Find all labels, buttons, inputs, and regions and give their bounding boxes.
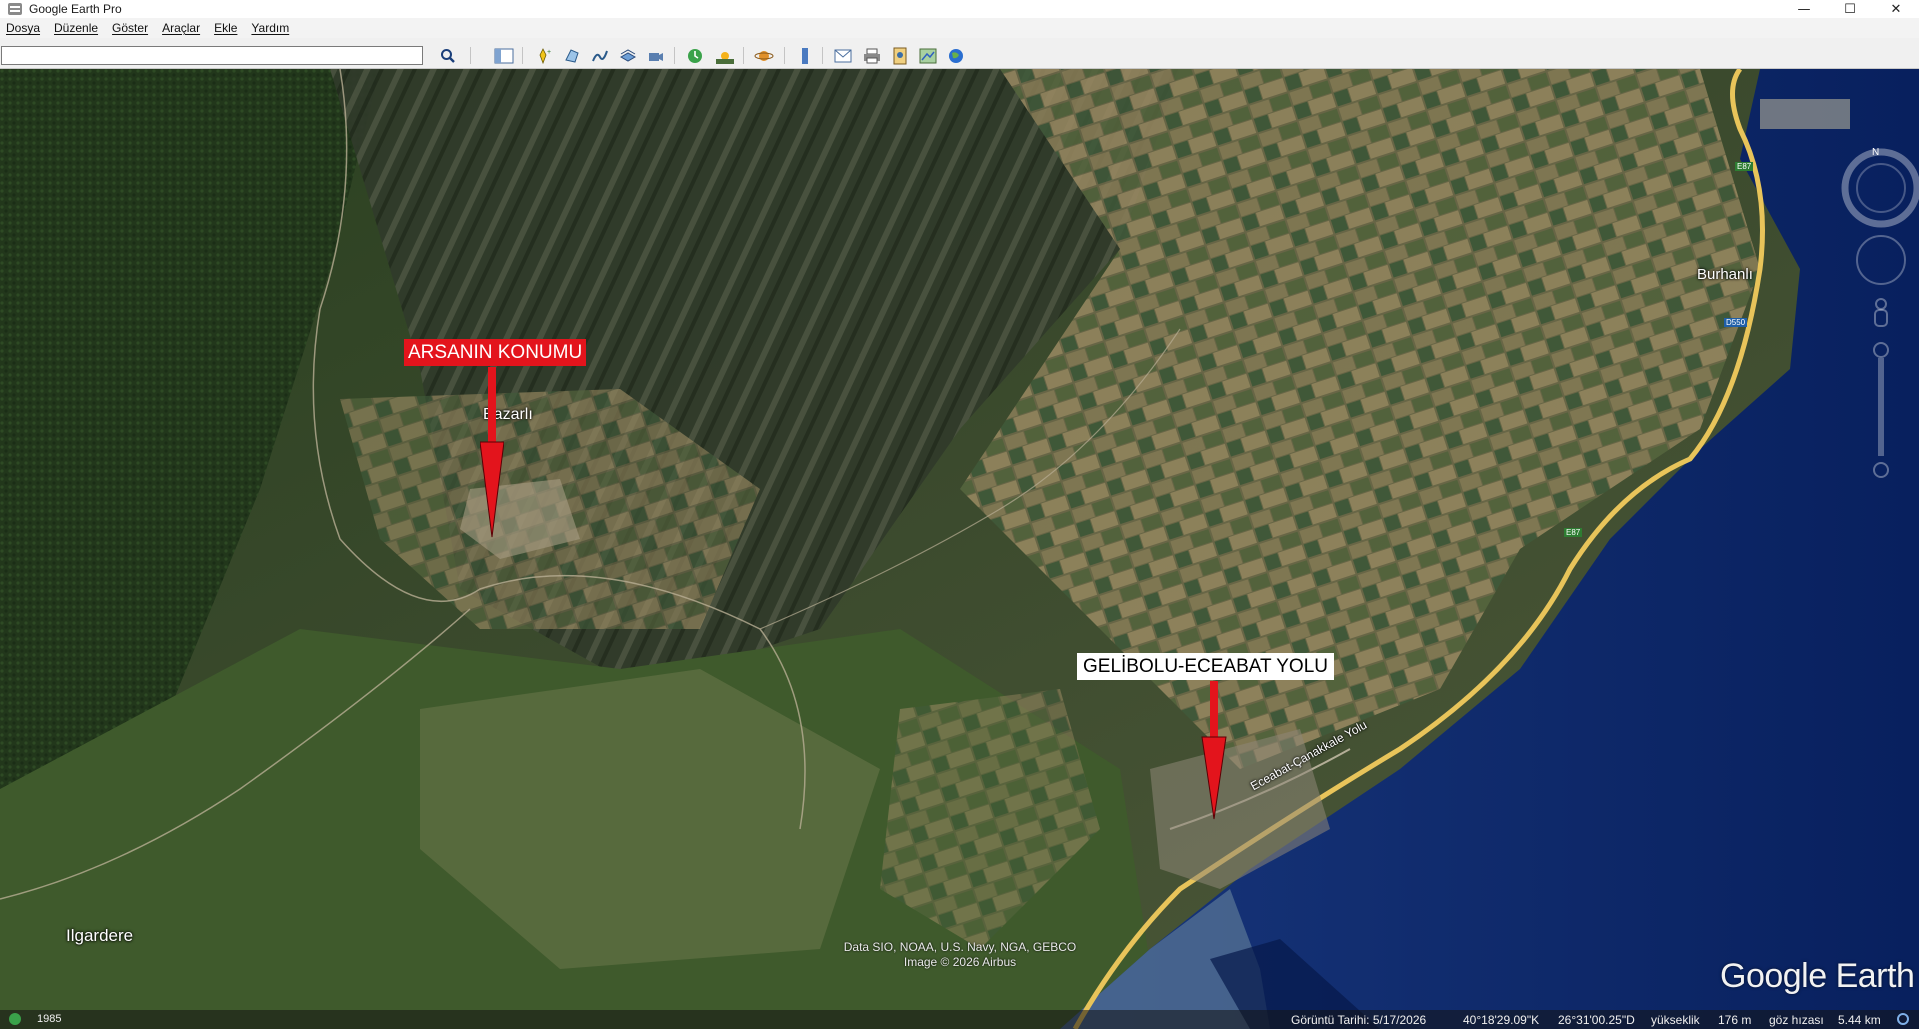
- compass-north-label: N: [1872, 147, 1879, 158]
- window-title: Google Earth Pro: [29, 2, 122, 16]
- longitude: 26°31'00.25"D: [1558, 1013, 1635, 1027]
- imagery-year: 1985: [37, 1013, 62, 1025]
- toolbar-separator: [822, 47, 823, 64]
- toolbar-separator: [522, 47, 523, 64]
- zoom-slider[interactable]: [1873, 342, 1889, 478]
- place-label-burhanli[interactable]: Burhanlı: [1697, 266, 1753, 283]
- sunlight-button[interactable]: [714, 45, 736, 66]
- compass-ring[interactable]: N: [1841, 147, 1919, 228]
- placemark-button[interactable]: +: [533, 45, 555, 66]
- navigation-controls: N: [1841, 147, 1919, 478]
- save-image-button[interactable]: [889, 45, 911, 66]
- polygon-button[interactable]: [561, 45, 583, 66]
- path-button[interactable]: [589, 45, 611, 66]
- place-label-ilgardere[interactable]: Ilgardere: [66, 926, 133, 946]
- view-in-maps-icon: [919, 48, 937, 63]
- minimize-button[interactable]: —: [1781, 0, 1827, 18]
- path-icon: [592, 50, 608, 61]
- placemark-icon: +: [539, 47, 551, 64]
- callout-road: GELİBOLU-ECEABAT YOLU: [1077, 653, 1334, 680]
- toolbar-separator: [743, 47, 744, 64]
- imagery-attribution: Data SIO, NOAA, U.S. Navy, NGA, GEBCO Im…: [830, 940, 1090, 970]
- latitude: 40°18'29.09"K: [1463, 1013, 1540, 1027]
- historical-imagery-status-icon[interactable]: [8, 1012, 22, 1026]
- earth-gallery-icon: [949, 48, 963, 63]
- status-bar: 1985 Görüntü Tarihi: 5/17/2026 40°18'29.…: [0, 1010, 1919, 1029]
- imagery-date: Görüntü Tarihi: 5/17/2026: [1291, 1013, 1427, 1027]
- satellite-imagery: [0, 69, 1919, 1029]
- title-bar: Google Earth Pro — ☐ ✕: [0, 0, 1919, 18]
- attribution-line-1: Data SIO, NOAA, U.S. Navy, NGA, GEBCO: [843, 940, 1077, 954]
- ruler-button[interactable]: [794, 45, 816, 66]
- ruler-icon: [802, 47, 808, 64]
- sunlight-icon: [716, 51, 734, 64]
- earth-gallery-button[interactable]: [945, 45, 967, 66]
- close-button[interactable]: ✕: [1873, 0, 1919, 18]
- menu-yardim[interactable]: Yardım: [251, 21, 289, 35]
- arrow-plot-location: [480, 367, 504, 538]
- search-icon: [441, 48, 455, 63]
- svg-text:+: +: [547, 49, 551, 56]
- search-input[interactable]: [1, 46, 423, 65]
- historical-imagery-icon: [688, 48, 702, 63]
- email-button[interactable]: [832, 45, 854, 66]
- image-overlay-icon: [619, 48, 637, 62]
- polygon-icon: [565, 48, 579, 63]
- record-tour-icon: [649, 52, 663, 61]
- save-image-icon: [893, 47, 907, 64]
- elevation-label: yükseklik: [1651, 1013, 1700, 1027]
- sidebar-icon: [494, 48, 514, 63]
- google-earth-logo: Google Earth: [1720, 957, 1915, 995]
- look-joystick[interactable]: [1856, 235, 1906, 285]
- record-tour-button[interactable]: [645, 45, 667, 66]
- planets-button[interactable]: [753, 45, 775, 66]
- menu-bar: Dosya Düzenle Göster Araçlar Ekle Yardım: [0, 18, 1919, 38]
- google-earth-app-icon: [8, 3, 22, 15]
- print-icon: [864, 48, 880, 63]
- menu-goster[interactable]: Göster: [112, 21, 148, 35]
- callout-plot-location: ARSANIN KONUMU: [404, 339, 587, 366]
- sidebar-button[interactable]: [493, 45, 515, 66]
- arrow-road: [1201, 681, 1227, 820]
- attribution-line-2: Image © 2026 Airbus: [903, 955, 1017, 969]
- road-shield-e87: E87: [1564, 528, 1583, 537]
- eye-altitude-label: göz hızası: [1769, 1013, 1824, 1027]
- elevation-value: 176 m: [1718, 1013, 1752, 1027]
- toolbar: +: [0, 38, 1919, 69]
- toolbar-separator: [674, 47, 675, 64]
- menu-dosya[interactable]: Dosya: [6, 21, 40, 35]
- image-overlay-button[interactable]: [617, 45, 639, 66]
- road-shield-e87: E87: [1735, 162, 1754, 171]
- historical-imagery-button[interactable]: [684, 45, 706, 66]
- road-shield-d550: D550: [1724, 318, 1748, 327]
- toolbar-separator: [784, 47, 785, 64]
- email-icon: [834, 49, 852, 62]
- menu-araclar[interactable]: Araçlar: [162, 21, 200, 35]
- streaming-indicator-icon: [1896, 1012, 1910, 1029]
- view-in-maps-button[interactable]: [917, 45, 939, 66]
- planets-icon: [754, 50, 774, 61]
- map-view[interactable]: Bazarlı Burhanlı Ilgardere Eceabat-Çanak…: [0, 69, 1919, 1029]
- toolbar-separator: [470, 47, 471, 64]
- street-view-pegman-icon[interactable]: [1874, 298, 1888, 327]
- maximize-button[interactable]: ☐: [1827, 0, 1873, 18]
- menu-duzenle[interactable]: Düzenle: [54, 21, 98, 35]
- eye-altitude-value: 5.44 km: [1838, 1013, 1881, 1027]
- search-button[interactable]: [437, 45, 459, 66]
- window-controls: — ☐ ✕: [1781, 0, 1919, 18]
- print-button[interactable]: [861, 45, 883, 66]
- menu-ekle[interactable]: Ekle: [214, 21, 237, 35]
